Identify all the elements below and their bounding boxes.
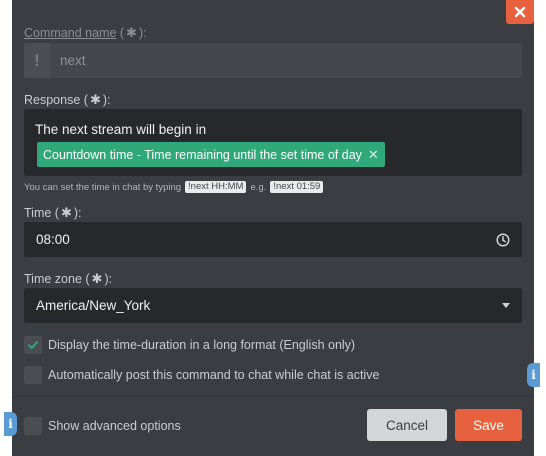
- info-icon[interactable]: i: [527, 363, 540, 387]
- clock-icon[interactable]: [496, 232, 510, 247]
- close-icon: [514, 6, 526, 18]
- chat-hint: You can set the time in chat by typing !…: [24, 181, 327, 193]
- save-button[interactable]: Save: [455, 409, 522, 441]
- advanced-label: Show advanced options: [48, 419, 181, 433]
- auto-post-checkbox[interactable]: [24, 366, 42, 384]
- response-text: The next stream will begin in: [35, 122, 207, 137]
- tag-remove-icon[interactable]: ✕: [368, 147, 379, 163]
- cancel-button[interactable]: Cancel: [367, 409, 447, 441]
- advanced-option[interactable]: Show advanced options: [24, 417, 181, 435]
- timezone-select[interactable]: America/New_York: [24, 288, 522, 323]
- time-label: Time (✱):: [24, 205, 82, 220]
- dialog-footer: Show advanced options Cancel Save: [12, 396, 534, 456]
- command-name-label: Command name (✱):: [24, 25, 147, 40]
- response-editor[interactable]: The next stream will begin in Countdown …: [24, 109, 522, 176]
- hint-code-example: !next 01:59: [270, 181, 324, 193]
- info-icon-left[interactable]: i: [4, 412, 17, 436]
- timezone-label: Time zone (✱):: [24, 271, 113, 286]
- check-icon: [28, 341, 38, 349]
- caret-down-icon: [502, 303, 510, 308]
- hint-code-format: !next HH:MM: [185, 181, 247, 193]
- time-value: 08:00: [36, 232, 70, 247]
- command-name-field[interactable]: !: [24, 43, 522, 78]
- countdown-variable-tag[interactable]: Countdown time - Time remaining until th…: [37, 142, 385, 167]
- response-label: Response (✱):: [24, 92, 111, 107]
- command-name-input[interactable]: [60, 53, 480, 68]
- long-format-option[interactable]: Display the time-duration in a long form…: [24, 336, 355, 354]
- auto-post-option[interactable]: Automatically post this command to chat …: [24, 366, 379, 384]
- auto-post-label: Automatically post this command to chat …: [48, 368, 380, 382]
- tag-label: Countdown time - Time remaining until th…: [43, 147, 362, 162]
- long-format-label: Display the time-duration in a long form…: [48, 338, 356, 352]
- long-format-checkbox[interactable]: [24, 336, 42, 354]
- time-input[interactable]: 08:00: [24, 222, 522, 257]
- advanced-checkbox[interactable]: [24, 417, 42, 435]
- command-prefix: !: [24, 43, 50, 78]
- timezone-value: America/New_York: [36, 298, 151, 313]
- close-button[interactable]: [506, 0, 534, 24]
